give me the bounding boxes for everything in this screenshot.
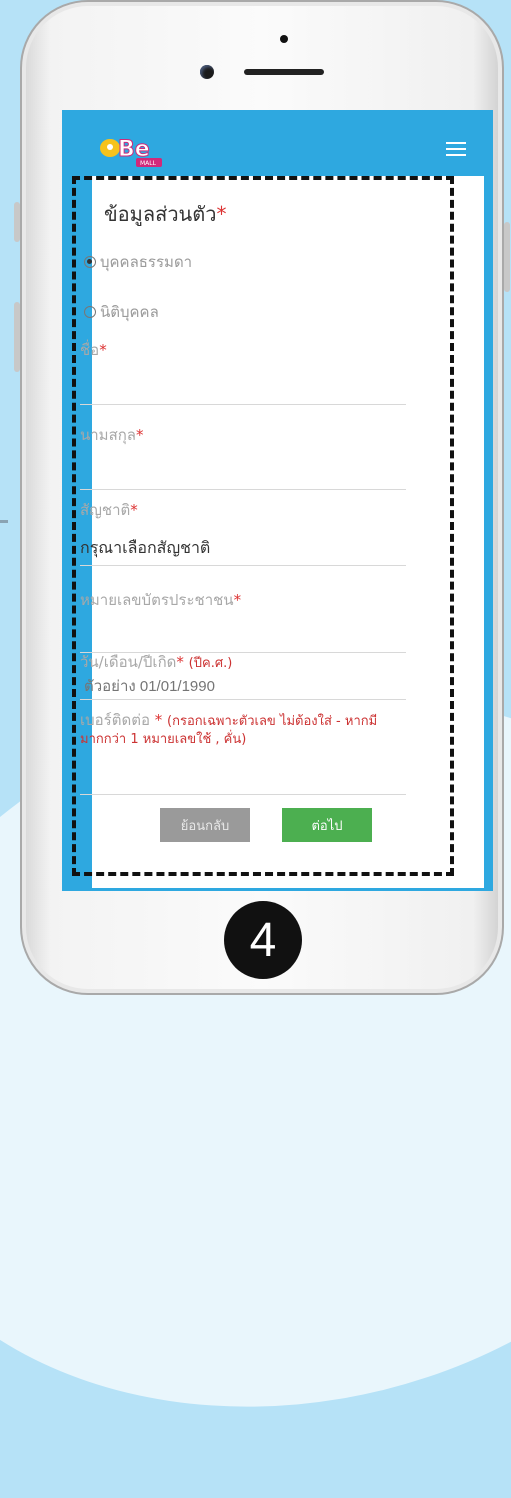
birth-date-label: วัน/เดือน/ปีเกิด [80, 653, 177, 671]
radio-unchecked-icon [84, 306, 96, 318]
id-card-label: หมายเลขบัตรประชาชน [80, 591, 234, 609]
last-name-label: นามสกุล [80, 426, 136, 444]
radio-individual[interactable]: บุคคลธรรมดา [84, 250, 192, 274]
form-title-text: ข้อมูลส่วนตัว [104, 202, 217, 226]
front-camera [200, 65, 214, 79]
proximity-sensor [280, 35, 288, 43]
phone-input[interactable] [80, 766, 406, 795]
form-title: ข้อมูลส่วนตัว* [104, 198, 226, 230]
radio-juristic-label: นิติบุคคล [100, 303, 159, 321]
step-number-badge: 4 [224, 901, 302, 979]
birth-date-input[interactable] [80, 674, 406, 700]
nationality-select[interactable]: กรุณาเลือกสัญชาติ [80, 530, 406, 566]
person-type-group: บุคคลธรรมดา นิติบุคคล [84, 250, 192, 350]
earpiece-speaker [244, 69, 324, 75]
first-name-field: ชื่อ* [80, 338, 406, 405]
first-name-input[interactable] [80, 376, 406, 405]
phone-power-button [504, 222, 510, 292]
last-name-field: นามสกุล* [80, 423, 406, 490]
required-asterisk: * [130, 501, 138, 519]
radio-checked-icon [84, 256, 96, 268]
phone-label: เบอร์ติดต่อ [80, 711, 150, 729]
bemall-logo[interactable]: Be MALL [98, 130, 170, 170]
menu-hamburger-icon[interactable] [446, 142, 466, 156]
phone-mute-button [14, 202, 20, 242]
side-dash [0, 520, 8, 523]
phone-volume-button [14, 302, 20, 372]
nationality-label: สัญชาติ [80, 501, 131, 519]
required-asterisk: * [99, 341, 107, 359]
next-button[interactable]: ต่อไป [282, 808, 372, 842]
required-asterisk: * [233, 591, 242, 609]
radio-juristic[interactable]: นิติบุคคล [84, 300, 192, 324]
required-asterisk: * [216, 202, 227, 226]
radio-individual-label: บุคคลธรรมดา [100, 253, 193, 271]
id-card-field: หมายเลขบัตรประชาชน* [80, 588, 406, 653]
last-name-input[interactable] [80, 461, 406, 490]
phone-frame: Be MALL ข้อมูลส่วนตัว* บุคคลธรรมดา นิติบ… [14, 0, 510, 995]
svg-text:MALL: MALL [140, 160, 157, 167]
phone-field: เบอร์ติดต่อ * (กรอกเฉพาะตัวเลข ไม่ต้องใส… [80, 712, 406, 795]
id-card-input[interactable] [80, 624, 406, 653]
required-asterisk: * [136, 426, 144, 444]
first-name-label: ชื่อ [80, 341, 100, 359]
required-asterisk: * [154, 711, 163, 729]
required-asterisk: * [176, 653, 184, 671]
nationality-field: สัญชาติ* กรุณาเลือกสัญชาติ [80, 498, 406, 566]
birth-date-hint: (ปีค.ศ.) [188, 656, 233, 671]
birth-date-field: วัน/เดือน/ปีเกิด* (ปีค.ศ.) [80, 650, 406, 700]
back-button[interactable]: ย้อนกลับ [160, 808, 250, 842]
